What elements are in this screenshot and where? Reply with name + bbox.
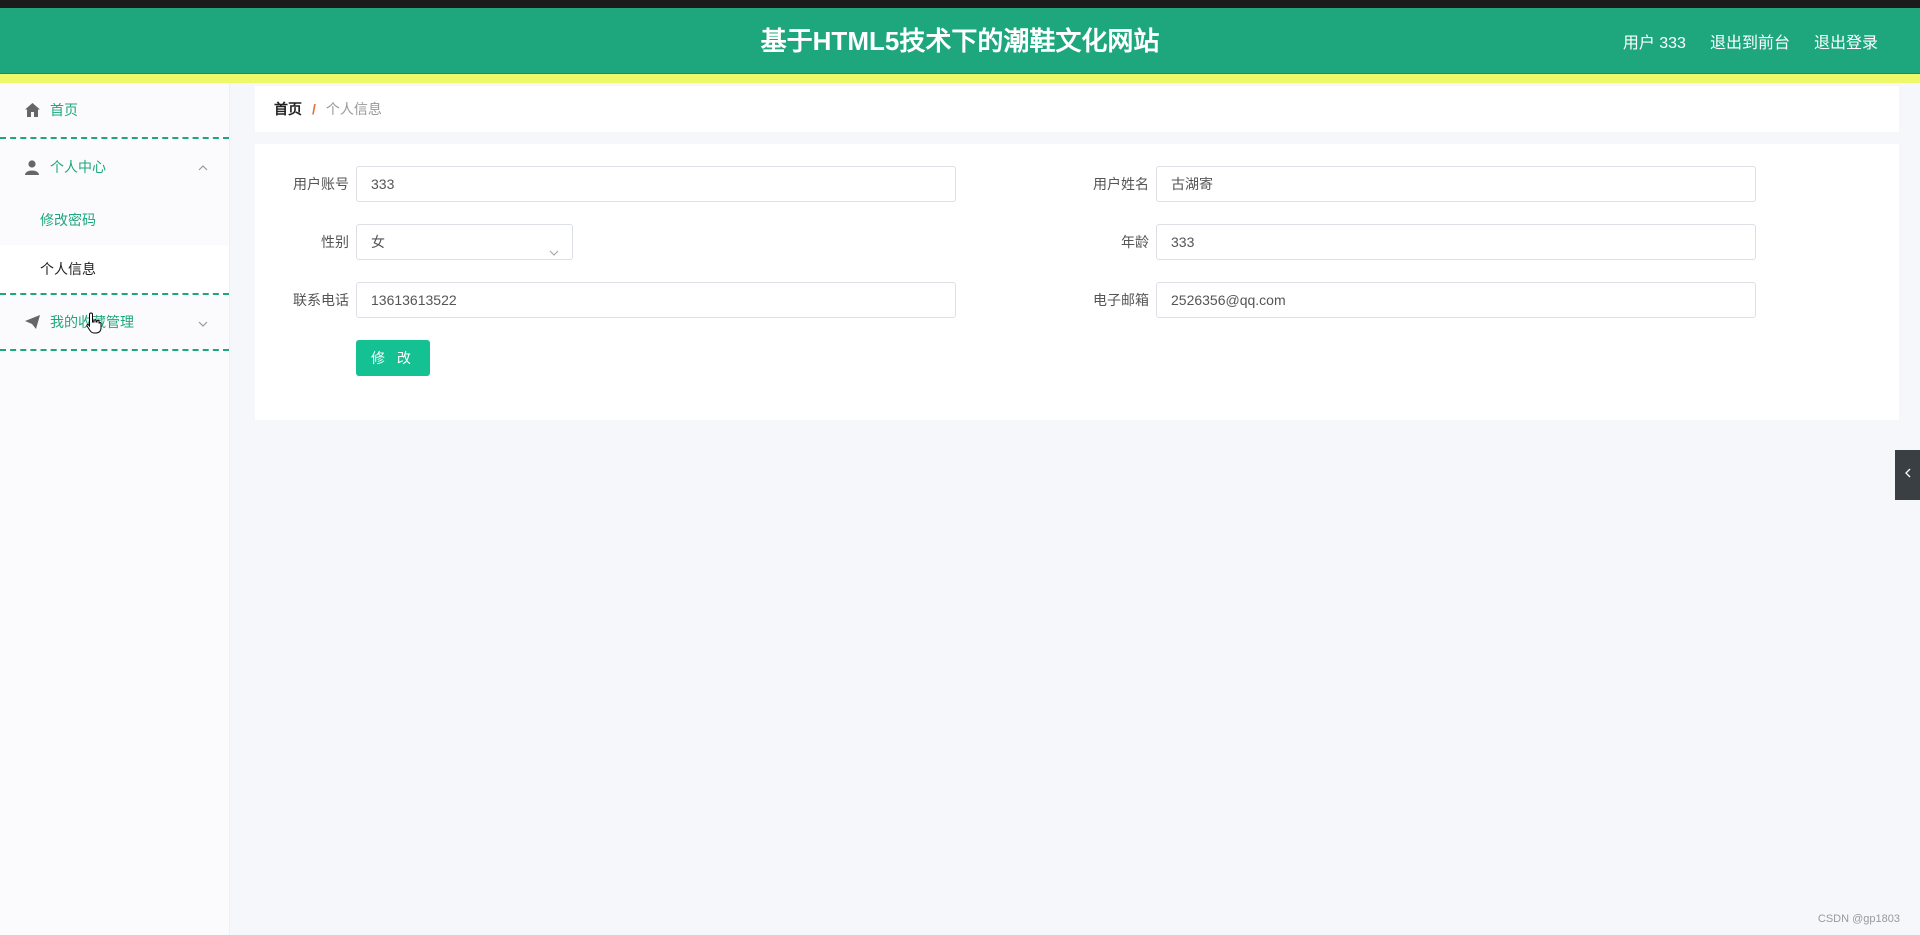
sidebar-item-label: 首页 — [50, 102, 78, 118]
email-input[interactable] — [1156, 282, 1756, 318]
gender-label: 性别 — [321, 234, 349, 250]
breadcrumb-home-link[interactable]: 首页 — [274, 99, 302, 119]
sidebar-item-personal-center[interactable]: 个人中心 — [0, 139, 229, 195]
window-top-strip — [0, 0, 1920, 8]
top-header: 基于HTML5技术下的潮鞋文化网站 用户 333 退出到前台 退出登录 — [0, 8, 1920, 74]
chevron-down-icon — [197, 317, 209, 329]
sidebar-item-label: 我的收藏管理 — [50, 314, 134, 330]
chevron-down-icon — [548, 237, 560, 256]
sidebar-subitem-change-password[interactable]: 修改密码 — [0, 195, 229, 245]
phone-input[interactable] — [356, 282, 956, 318]
account-input[interactable] — [356, 166, 956, 202]
name-label: 用户姓名 — [1093, 176, 1149, 192]
header-actions: 用户 333 退出到前台 退出登录 — [1623, 8, 1878, 74]
sidebar: 首页 个人中心 修改密码 个人信息 我的收藏管理 — [0, 83, 230, 935]
age-label: 年龄 — [1121, 234, 1149, 250]
age-input[interactable] — [1156, 224, 1756, 260]
user-icon — [24, 159, 40, 175]
breadcrumb: 首页 / 个人信息 — [255, 86, 1899, 132]
personal-info-form: 用户账号 用户姓名 性别 女 年龄 联系电话 电子邮箱 修 改 — [255, 144, 1899, 420]
header-accent-bar — [0, 74, 1920, 83]
logout-link[interactable]: 退出登录 — [1814, 29, 1878, 53]
breadcrumb-separator: / — [312, 101, 316, 117]
phone-label: 联系电话 — [293, 292, 349, 308]
sidebar-subitem-personal-info[interactable]: 个人信息 — [0, 245, 229, 295]
chevron-up-icon — [197, 161, 209, 173]
back-to-front-link[interactable]: 退出到前台 — [1710, 29, 1790, 53]
sidebar-item-home[interactable]: 首页 — [0, 83, 229, 139]
name-input[interactable] — [1156, 166, 1756, 202]
watermark-text: CSDN @gp1803 — [1817, 913, 1900, 925]
gender-selected-value: 女 — [371, 234, 385, 250]
home-icon — [24, 102, 40, 118]
submit-update-button[interactable]: 修 改 — [356, 340, 430, 376]
sidebar-item-favorites[interactable]: 我的收藏管理 — [0, 295, 229, 351]
current-user-label: 用户 333 — [1622, 35, 1686, 52]
account-label: 用户账号 — [293, 176, 349, 192]
breadcrumb-current: 个人信息 — [325, 101, 382, 117]
gender-select[interactable]: 女 — [356, 224, 573, 260]
chevron-left-icon — [1903, 466, 1913, 484]
send-icon — [24, 314, 40, 330]
email-label: 电子邮箱 — [1093, 292, 1149, 308]
sidebar-item-label: 个人中心 — [50, 159, 106, 175]
collapse-side-panel-button[interactable] — [1895, 450, 1920, 500]
